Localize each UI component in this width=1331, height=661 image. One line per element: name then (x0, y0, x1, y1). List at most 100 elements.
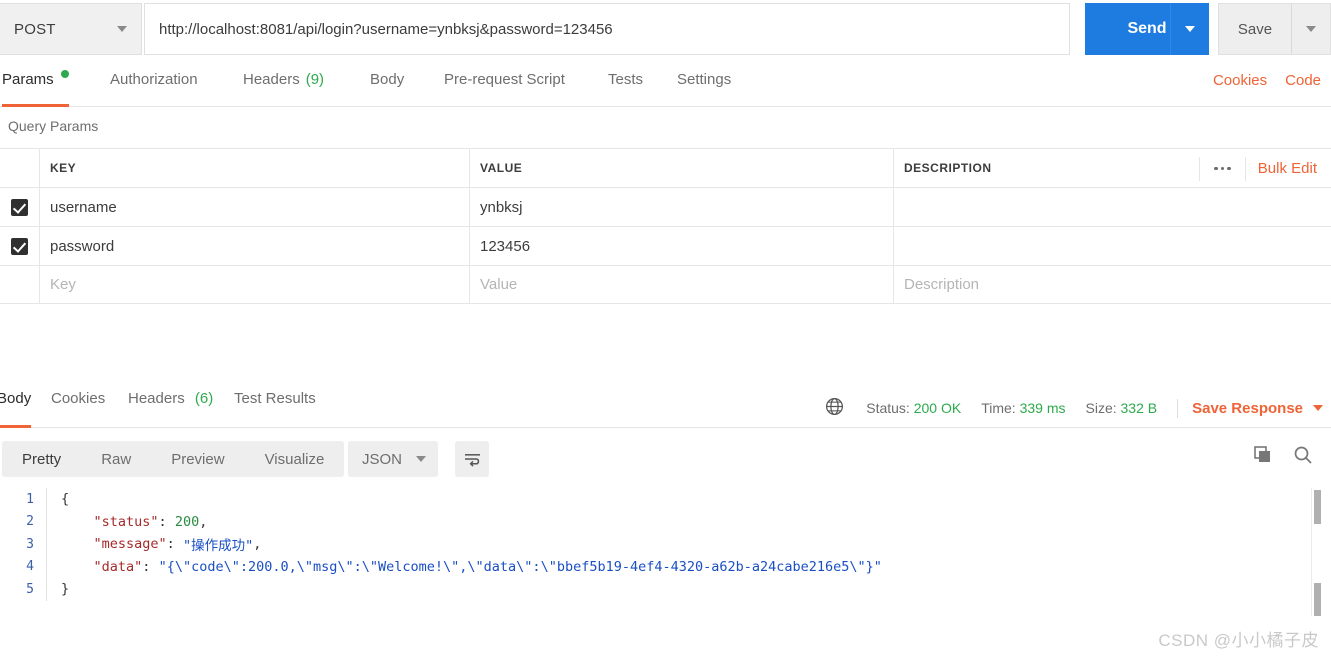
response-tab-test-results[interactable]: Test Results (234, 390, 316, 428)
response-tab-test-results-label: Test Results (234, 390, 316, 407)
table-row-empty[interactable]: Key Value Description (0, 265, 1331, 304)
tab-params-label: Params (2, 71, 54, 88)
view-mode-raw[interactable]: Raw (81, 441, 151, 477)
code-token: { (61, 491, 70, 508)
tab-headers-label: Headers (243, 71, 300, 88)
param-description-placeholder[interactable]: Description (904, 276, 979, 293)
code-token: , (199, 513, 208, 530)
size-label: Size: (1085, 400, 1117, 416)
size-value: 332 B (1120, 400, 1158, 416)
globe-icon (825, 397, 844, 419)
code-line: 4 "data": "{\"code\":200.0,\"msg\":\"Wel… (0, 555, 1331, 578)
divider (1177, 398, 1179, 418)
response-scrollbar[interactable] (1311, 488, 1321, 616)
url-input[interactable]: http://localhost:8081/api/login?username… (144, 3, 1070, 55)
save-options-button[interactable] (1291, 3, 1331, 55)
send-options-button[interactable] (1170, 3, 1209, 55)
param-key-placeholder[interactable]: Key (50, 276, 76, 293)
view-mode-visualize[interactable]: Visualize (245, 441, 345, 477)
response-body-actions (1253, 445, 1313, 470)
row-checkbox-cell[interactable] (0, 227, 40, 265)
status-code-readout: Status: 200 OK (866, 400, 961, 416)
active-tab-underline (2, 104, 69, 107)
http-method-label: POST (14, 20, 56, 38)
tab-headers[interactable]: Headers (9) (243, 68, 324, 107)
status-label: Status: (866, 400, 910, 416)
column-header-value: VALUE (480, 161, 523, 175)
format-label: JSON (362, 450, 403, 468)
unsaved-dot-icon (60, 70, 69, 78)
tab-pre-request-script[interactable]: Pre-request Script (444, 68, 565, 107)
chevron-down-icon (1313, 405, 1323, 411)
response-size-readout: Size: 332 B (1086, 400, 1158, 416)
response-tab-body[interactable]: Body (0, 390, 32, 428)
code-line-content[interactable]: "data": "{\"code\":200.0,\"msg\":\"Welco… (46, 555, 882, 578)
param-key[interactable]: username (50, 199, 117, 216)
copy-icon[interactable] (1253, 445, 1273, 470)
param-value-placeholder[interactable]: Value (480, 276, 517, 293)
tab-tests[interactable]: Tests (608, 68, 643, 107)
tab-authorization[interactable]: Authorization (110, 68, 198, 107)
code-line: 5} (0, 578, 1331, 601)
tab-params[interactable]: Params (2, 68, 69, 107)
tab-body[interactable]: Body (370, 68, 404, 107)
save-response-button[interactable]: Save Response (1192, 400, 1323, 417)
time-value: 339 ms (1019, 400, 1066, 416)
more-options-icon[interactable] (1198, 156, 1245, 181)
response-tab-cookies[interactable]: Cookies (51, 390, 105, 428)
response-tab-headers[interactable]: Headers (6) (128, 390, 213, 428)
scrollbar-thumb-bottom[interactable] (1314, 583, 1321, 616)
code-line-content[interactable]: "message": "操作成功", (46, 533, 261, 556)
response-tab-headers-count: (6) (194, 390, 214, 407)
view-mode-group: Pretty Raw Preview Visualize (2, 441, 345, 477)
view-mode-preview[interactable]: Preview (151, 441, 244, 477)
chevron-down-icon (1185, 26, 1195, 32)
param-value[interactable]: 123456 (480, 238, 530, 255)
tab-headers-count: (9) (305, 71, 325, 88)
search-icon[interactable] (1293, 445, 1313, 470)
code-token: : (158, 513, 175, 530)
tab-tests-label: Tests (608, 71, 644, 88)
code-token: 200 (174, 513, 200, 530)
scrollbar-thumb-top[interactable] (1314, 490, 1321, 524)
response-tab-headers-label: Headers (128, 390, 185, 407)
row-checkbox-cell[interactable] (0, 266, 40, 303)
code-line: 3 "message": "操作成功", (0, 533, 1331, 556)
code-line-content[interactable]: } (46, 578, 69, 601)
checkbox-checked-icon[interactable] (11, 198, 28, 216)
code-token: "message" (93, 536, 167, 553)
code-line-content[interactable]: { (46, 488, 69, 511)
response-body-json[interactable]: 1 {2 "status": 200, 3 "message": "操作成功", 4 … (0, 488, 1331, 628)
code-line-content[interactable]: "status": 200, (46, 510, 208, 533)
param-key[interactable]: password (50, 238, 114, 255)
wrap-lines-button[interactable] (455, 441, 489, 477)
view-mode-pretty[interactable]: Pretty (2, 441, 81, 477)
table-row[interactable]: password 123456 (0, 226, 1331, 265)
save-response-label: Save Response (1192, 399, 1303, 417)
bulk-edit-button[interactable]: Bulk Edit (1244, 156, 1331, 181)
checkbox-checked-icon[interactable] (11, 237, 28, 255)
chevron-down-icon (1306, 26, 1316, 32)
save-button[interactable]: Save (1218, 3, 1291, 55)
status-value: 200 OK (913, 400, 962, 416)
tab-authorization-label: Authorization (110, 71, 198, 88)
http-method-dropdown[interactable]: POST (0, 3, 142, 55)
line-number: 1 (26, 491, 34, 507)
row-checkbox-cell[interactable] (0, 188, 40, 226)
format-dropdown[interactable]: JSON (348, 441, 438, 477)
tab-settings[interactable]: Settings (677, 68, 731, 107)
tab-body-label: Body (370, 71, 405, 88)
tab-settings-label: Settings (677, 71, 732, 88)
response-tab-cookies-label: Cookies (51, 390, 106, 407)
chevron-down-icon (117, 26, 127, 32)
code-token: "{\"code\":200.0,\"msg\":\"Welcome!\",\"… (158, 558, 882, 575)
cookies-link[interactable]: Cookies (1213, 72, 1267, 89)
header-checkbox-cell (0, 149, 40, 187)
param-value[interactable]: ynbksj (480, 199, 523, 216)
query-params-table: KEY VALUE DESCRIPTION Bulk Edit username… (0, 148, 1331, 304)
table-row[interactable]: username ynbksj (0, 187, 1331, 226)
code-line: 2 "status": 200, (0, 510, 1331, 533)
response-tab-body-label: Body (0, 390, 32, 407)
code-link[interactable]: Code (1285, 72, 1321, 89)
time-label: Time: (981, 400, 1016, 416)
